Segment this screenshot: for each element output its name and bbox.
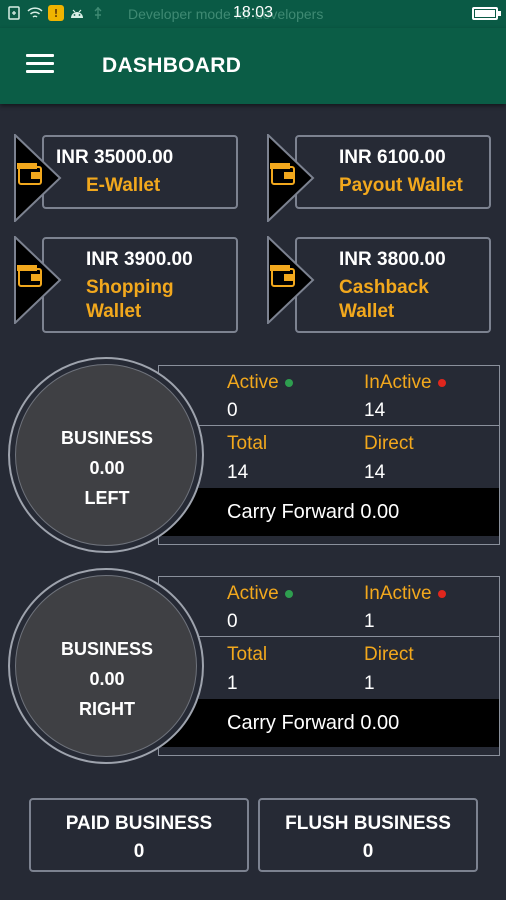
business-right-panel: Active 0 InActive 1 Total 1 Direct 1 Car…: [8, 568, 500, 764]
total-value: 1: [227, 673, 238, 694]
business-left-panel: Active 0 InActive 14 Total 14 Direct 14 …: [8, 357, 500, 553]
total-value: 14: [227, 462, 249, 483]
business-stats-table: Active 0 InActive 14 Total 14 Direct 14 …: [158, 365, 500, 545]
inactive-value: 14: [364, 400, 386, 421]
active-status-dot-icon: [284, 589, 293, 598]
business-circle-inner: BUSINESS 0.00 LEFT: [15, 364, 197, 546]
inactive-status-dot-icon: [437, 589, 446, 598]
business-title: BUSINESS: [60, 639, 154, 659]
wifi-icon: [27, 5, 43, 21]
total-label: Total: [227, 644, 268, 665]
carry-forward-text: Carry Forward 0.00: [227, 712, 400, 734]
wallet-card-payout-wallet[interactable]: INR 6100.00 Payout Wallet: [267, 134, 495, 222]
usb-icon: [90, 5, 106, 21]
inactive-status-dot-icon: [437, 378, 446, 387]
business-stats-row: Active 0 InActive 1: [159, 577, 499, 637]
wallet-amount: INR 3800.00: [339, 249, 446, 270]
usb-debug-icon: [6, 5, 22, 21]
business-title: BUSINESS: [60, 428, 154, 448]
paid-business-button[interactable]: PAID BUSINESS 0: [29, 798, 249, 872]
status-bar: ! Developer mode for developers 18:03: [0, 0, 506, 28]
flush-business-button[interactable]: FLUSH BUSINESS 0: [258, 798, 478, 872]
battery-icon: [472, 7, 501, 20]
business-amount: 0.00: [89, 458, 125, 478]
direct-label: Direct: [364, 644, 414, 665]
android-icon: [69, 5, 85, 21]
wallet-name: Cashback Wallet: [339, 277, 429, 322]
business-stats-row: Total 1 Direct 1: [159, 637, 499, 698]
wallet-icon: [14, 236, 62, 324]
direct-value: 1: [364, 673, 375, 694]
total-label: Total: [227, 433, 268, 454]
page-title: DASHBOARD: [102, 54, 242, 77]
business-circle-text: BUSINESS 0.00 LEFT: [16, 423, 198, 513]
wallet-name: E-Wallet: [86, 175, 161, 196]
direct-value: 14: [364, 462, 386, 483]
status-icons: !: [6, 5, 106, 21]
notification-icon: !: [48, 5, 64, 21]
wallet-name: Payout Wallet: [339, 175, 463, 196]
flush-business-label: FLUSH BUSINESS: [285, 813, 451, 834]
business-amount: 0.00: [89, 669, 125, 689]
flush-business-value: 0: [362, 841, 374, 862]
active-value: 0: [227, 611, 238, 632]
wallet-icon: [14, 134, 62, 222]
hamburger-menu-icon[interactable]: [26, 54, 54, 76]
inactive-label: InActive: [364, 372, 446, 394]
paid-business-value: 0: [133, 841, 145, 862]
carry-forward-bar: Carry Forward 0.00: [159, 488, 499, 536]
carry-forward-bar: Carry Forward 0.00: [159, 699, 499, 747]
business-stats-row: Active 0 InActive 14: [159, 366, 499, 426]
inactive-label: InActive: [364, 583, 446, 605]
app-bar: DASHBOARD: [0, 28, 506, 104]
wallet-amount: INR 3900.00: [86, 249, 193, 270]
business-circle: BUSINESS 0.00 RIGHT: [8, 568, 204, 764]
status-time: 18:03: [233, 4, 274, 21]
inactive-value: 1: [364, 611, 375, 632]
carry-forward-text: Carry Forward 0.00: [227, 501, 400, 523]
active-value: 0: [227, 400, 238, 421]
active-label: Active: [227, 372, 293, 394]
active-status-dot-icon: [284, 378, 293, 387]
direct-label: Direct: [364, 433, 414, 454]
business-stats-row: Total 14 Direct 14: [159, 426, 499, 487]
business-stats-table: Active 0 InActive 1 Total 1 Direct 1 Car…: [158, 576, 500, 756]
business-circle-inner: BUSINESS 0.00 RIGHT: [15, 575, 197, 757]
wallet-card-e-wallet[interactable]: INR 35000.00 E-Wallet: [14, 134, 242, 222]
wallet-card-shopping-wallet[interactable]: INR 3900.00 Shopping Wallet: [14, 236, 242, 334]
wallet-amount: INR 35000.00: [56, 147, 174, 168]
wallet-icon: [267, 134, 315, 222]
active-label: Active: [227, 583, 293, 605]
developer-mode-text: Developer mode for developers: [128, 6, 324, 22]
wallet-card-cashback-wallet[interactable]: INR 3800.00 Cashback Wallet: [267, 236, 495, 334]
paid-business-label: PAID BUSINESS: [65, 813, 213, 834]
wallet-amount: INR 6100.00: [339, 147, 446, 168]
business-circle: BUSINESS 0.00 LEFT: [8, 357, 204, 553]
business-side: RIGHT: [79, 699, 135, 719]
wallet-icon: [267, 236, 315, 324]
wallet-name: Shopping Wallet: [86, 277, 174, 322]
business-side: LEFT: [84, 488, 130, 508]
business-circle-text: BUSINESS 0.00 RIGHT: [16, 634, 198, 724]
